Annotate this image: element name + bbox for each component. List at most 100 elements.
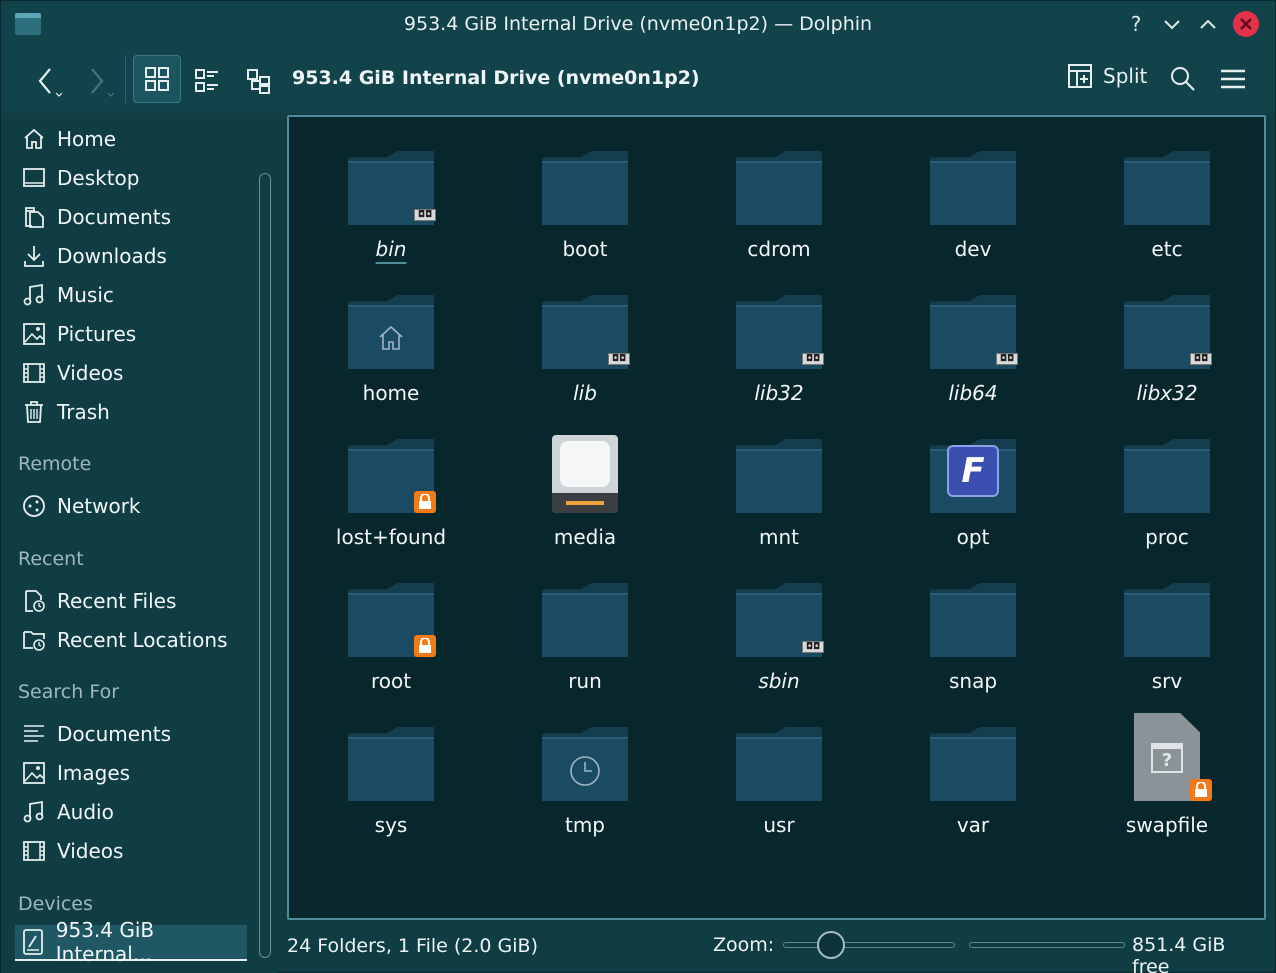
minimize-button[interactable] — [1161, 11, 1183, 37]
split-label: Split — [1103, 64, 1148, 88]
file-item-media[interactable]: media — [495, 423, 675, 563]
sidebar-item-recent-files[interactable]: Recent Files — [15, 583, 247, 619]
folder-icon — [542, 151, 628, 225]
chevron-left-icon — [38, 68, 62, 97]
folder-icon: F — [930, 439, 1016, 513]
sidebar-item-search-audio[interactable]: Audio — [15, 794, 247, 830]
sidebar-scrollbar[interactable] — [259, 173, 271, 958]
sidebar-item-internal-drive[interactable]: 953.4 GiB Internal... — [15, 918, 247, 966]
close-button[interactable] — [1233, 11, 1259, 37]
file-item-usr[interactable]: usr — [689, 711, 869, 851]
lock-badge-icon — [1190, 779, 1212, 801]
file-icon-wrap — [734, 427, 824, 517]
file-item-lib[interactable]: ◘◘ lib — [495, 279, 675, 419]
file-item-mnt[interactable]: mnt — [689, 423, 869, 563]
removable-drive-icon — [552, 435, 618, 513]
status-summary: 24 Folders, 1 File (2.0 GiB) — [287, 935, 538, 957]
menu-button[interactable] — [1215, 61, 1251, 97]
file-icon-wrap: ◘◘ — [346, 139, 436, 229]
file-item-bin[interactable]: ◘◘ bin — [301, 135, 481, 275]
sidebar-item-videos[interactable]: Videos — [15, 355, 247, 391]
file-item-var[interactable]: var — [883, 711, 1063, 851]
home-icon — [21, 126, 47, 152]
folder-icon — [930, 151, 1016, 225]
file-name: sys — [374, 813, 408, 837]
file-item-tmp[interactable]: tmp — [495, 711, 675, 851]
file-name: usr — [763, 813, 795, 837]
sidebar-item-search-videos[interactable]: Videos — [15, 833, 247, 869]
file-item-lost-found[interactable]: lost+found — [301, 423, 481, 563]
recent-files-icon — [21, 588, 47, 614]
symlink-badge-icon: ◘◘ — [1190, 353, 1212, 365]
maximize-button[interactable] — [1197, 11, 1219, 37]
lock-badge-icon — [414, 635, 436, 657]
window-title: 953.4 GiB Internal Drive (nvme0n1p2) — D… — [403, 13, 873, 35]
file-view[interactable]: ◘◘ bin boot cdrom dev etc home ◘◘ lib ◘◘ lib32 ◘◘ li… — [287, 115, 1266, 920]
search-button[interactable] — [1165, 61, 1201, 97]
file-name: root — [370, 669, 412, 693]
audio-icon — [21, 799, 47, 825]
sidebar-item-pictures[interactable]: Pictures — [15, 316, 247, 352]
file-item-boot[interactable]: boot — [495, 135, 675, 275]
documents-icon — [21, 204, 47, 230]
folder-icon — [1124, 151, 1210, 225]
file-item-home[interactable]: home — [301, 279, 481, 419]
desktop-icon — [21, 165, 47, 191]
sidebar-item-search-images[interactable]: Images — [15, 755, 247, 791]
file-item-sys[interactable]: sys — [301, 711, 481, 851]
sidebar-item-documents[interactable]: Documents — [15, 199, 247, 235]
file-item-etc[interactable]: etc — [1077, 135, 1257, 275]
network-icon — [21, 493, 47, 519]
sidebar-item-desktop[interactable]: Desktop — [15, 160, 247, 196]
file-icon-wrap — [928, 139, 1018, 229]
title-bar[interactable]: 953.4 GiB Internal Drive (nvme0n1p2) — D… — [1, 1, 1275, 47]
chevron-right-icon — [91, 68, 114, 97]
status-bar: 24 Folders, 1 File (2.0 GiB) Zoom: 851.4… — [287, 926, 1267, 973]
file-name: lib64 — [948, 381, 998, 405]
file-item-libx32[interactable]: ◘◘ libx32 — [1077, 279, 1257, 419]
file-item-root[interactable]: root — [301, 567, 481, 707]
file-item-dev[interactable]: dev — [883, 135, 1063, 275]
details-view-button[interactable] — [239, 61, 279, 101]
icons-view-button[interactable] — [133, 55, 181, 103]
location-label[interactable]: 953.4 GiB Internal Drive (nvme0n1p2) — [292, 67, 700, 89]
file-name: var — [956, 813, 990, 837]
file-item-opt[interactable]: Fopt — [883, 423, 1063, 563]
dolphin-window: 953.4 GiB Internal Drive (nvme0n1p2) — D… — [0, 0, 1276, 973]
file-name: etc — [1151, 237, 1183, 261]
sidebar-item-label: Trash — [57, 400, 110, 424]
file-icon-wrap — [1122, 139, 1212, 229]
sidebar-item-music[interactable]: Music — [15, 277, 247, 313]
sidebar-item-home[interactable]: Home — [15, 121, 247, 157]
file-item-run[interactable]: run — [495, 567, 675, 707]
hamburger-menu-icon — [1221, 69, 1245, 89]
app-emblem-icon: F — [947, 445, 999, 497]
window-controls: ? — [1125, 11, 1259, 37]
file-item-srv[interactable]: srv — [1077, 567, 1257, 707]
file-item-sbin[interactable]: ◘◘ sbin — [689, 567, 869, 707]
file-item-snap[interactable]: snap — [883, 567, 1063, 707]
file-item-lib32[interactable]: ◘◘ lib32 — [689, 279, 869, 419]
sidebar-item-downloads[interactable]: Downloads — [15, 238, 247, 274]
help-button[interactable]: ? — [1125, 11, 1147, 37]
dolphin-app-icon[interactable] — [15, 13, 41, 35]
file-item-lib64[interactable]: ◘◘ lib64 — [883, 279, 1063, 419]
sidebar-item-recent-locations[interactable]: Recent Locations — [15, 622, 247, 658]
zoom-slider-handle[interactable] — [817, 931, 845, 959]
sidebar-item-label: Videos — [57, 361, 124, 385]
file-icon-wrap — [928, 715, 1018, 805]
file-item-cdrom[interactable]: cdrom — [689, 135, 869, 275]
file-item-swapfile[interactable]: ? swapfile — [1077, 711, 1257, 851]
file-name: home — [362, 381, 420, 405]
sidebar-item-network[interactable]: Network — [15, 488, 247, 524]
sidebar-item-trash[interactable]: Trash — [15, 394, 247, 430]
trash-icon — [21, 399, 47, 425]
zoom-slider-track[interactable] — [783, 942, 955, 948]
compact-view-button[interactable] — [187, 61, 227, 101]
file-item-proc[interactable]: proc — [1077, 423, 1257, 563]
forward-button[interactable] — [81, 61, 117, 101]
split-button[interactable]: Split — [1067, 63, 1147, 89]
sidebar-item-search-documents[interactable]: Documents — [15, 716, 247, 752]
back-button[interactable] — [29, 61, 65, 101]
split-view-icon — [1068, 64, 1092, 88]
